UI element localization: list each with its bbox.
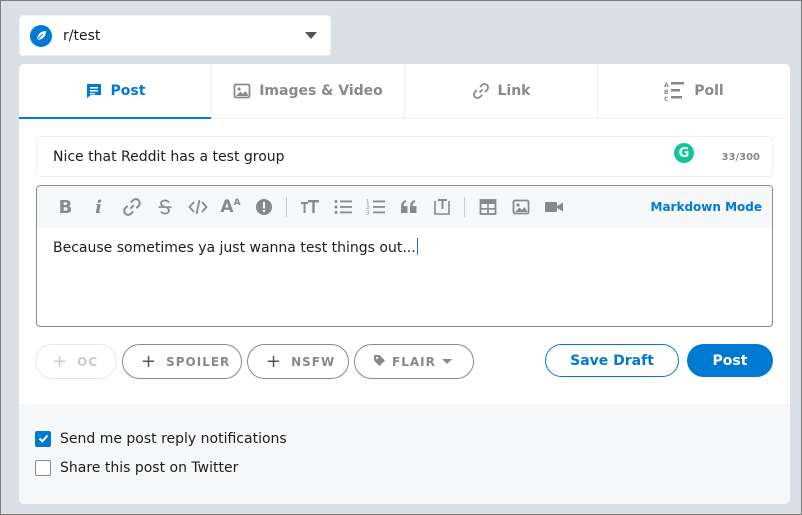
post-button[interactable]: Post bbox=[687, 344, 773, 377]
post-title-value: Nice that Reddit has a test group bbox=[53, 148, 285, 165]
svg-text:C: C bbox=[664, 96, 669, 101]
markdown-mode-toggle[interactable]: Markdown Mode bbox=[651, 200, 763, 214]
spoiler-tag-label: SPOILER bbox=[166, 354, 231, 369]
heading-icon[interactable] bbox=[293, 192, 326, 222]
code-icon[interactable] bbox=[181, 192, 214, 222]
flair-button[interactable]: FLAIR bbox=[354, 344, 474, 379]
tab-poll[interactable]: ABC Poll bbox=[598, 64, 790, 118]
post-icon bbox=[85, 82, 103, 100]
plus-icon: + bbox=[266, 351, 282, 372]
post-body-value: Because sometimes ya just wanna test thi… bbox=[53, 240, 416, 256]
bold-icon[interactable]: B bbox=[49, 192, 82, 222]
twitter-checkbox[interactable] bbox=[35, 459, 51, 476]
post-options: Send me post reply notifications Share t… bbox=[19, 404, 790, 504]
plus-icon: + bbox=[52, 351, 68, 372]
notifications-checkbox[interactable] bbox=[35, 430, 51, 447]
twitter-option[interactable]: Share this post on Twitter bbox=[35, 453, 774, 482]
title-character-count: 33/300 bbox=[721, 152, 760, 163]
code-block-icon[interactable] bbox=[425, 192, 458, 222]
tag-icon bbox=[373, 354, 386, 370]
post-body-editor: B i AA 123 Markdown Mode Because sometim… bbox=[36, 185, 773, 327]
italic-icon[interactable]: i bbox=[82, 192, 115, 222]
link-icon bbox=[472, 82, 490, 100]
toolbar-divider bbox=[464, 197, 465, 217]
svg-text:A: A bbox=[664, 82, 669, 89]
notifications-option[interactable]: Send me post reply notifications bbox=[35, 424, 774, 453]
image-icon[interactable] bbox=[504, 192, 537, 222]
spoiler-icon[interactable] bbox=[247, 192, 280, 222]
tab-post[interactable]: Post bbox=[19, 64, 212, 119]
post-body-textarea[interactable]: Because sometimes ya just wanna test thi… bbox=[37, 228, 772, 266]
svg-text:3: 3 bbox=[366, 211, 370, 217]
poll-icon: ABC bbox=[664, 81, 686, 101]
create-post-card: Post Images & Video Link ABC Poll Nice t… bbox=[19, 64, 790, 504]
tab-images-video[interactable]: Images & Video bbox=[212, 64, 405, 118]
strikethrough-icon[interactable] bbox=[148, 192, 181, 222]
community-name: r/test bbox=[63, 27, 101, 44]
tab-images-label: Images & Video bbox=[259, 83, 383, 99]
svg-text:B: B bbox=[664, 89, 669, 96]
spoiler-tag-button[interactable]: + SPOILER bbox=[122, 344, 242, 379]
table-icon[interactable] bbox=[471, 192, 504, 222]
twitter-label: Share this post on Twitter bbox=[60, 459, 239, 476]
text-cursor bbox=[416, 238, 418, 255]
bulleted-list-icon[interactable] bbox=[326, 192, 359, 222]
toolbar-divider bbox=[286, 197, 287, 217]
save-draft-button[interactable]: Save Draft bbox=[545, 344, 679, 377]
image-icon bbox=[233, 82, 251, 100]
oc-tag-label: OC bbox=[77, 354, 99, 369]
nsfw-tag-label: NSFW bbox=[291, 354, 336, 369]
tab-link-label: Link bbox=[497, 83, 531, 99]
notifications-label: Send me post reply notifications bbox=[60, 430, 287, 447]
link-icon[interactable] bbox=[115, 192, 148, 222]
checkmark-icon bbox=[38, 434, 48, 443]
grammarly-icon[interactable]: G bbox=[674, 143, 694, 163]
post-tags: + OC + SPOILER + NSFW FLAIR bbox=[35, 344, 474, 379]
oc-tag-button[interactable]: + OC bbox=[35, 344, 117, 379]
community-avatar-icon bbox=[30, 24, 52, 47]
nsfw-tag-button[interactable]: + NSFW bbox=[247, 344, 349, 379]
tab-poll-label: Poll bbox=[694, 83, 724, 99]
tab-post-label: Post bbox=[110, 83, 146, 99]
video-icon[interactable] bbox=[537, 192, 570, 222]
chevron-down-icon bbox=[305, 32, 317, 39]
plus-icon: + bbox=[141, 351, 157, 372]
editor-toolbar: B i AA 123 Markdown Mode bbox=[37, 186, 772, 228]
chevron-down-icon bbox=[441, 359, 452, 364]
community-selector[interactable]: r/test bbox=[19, 15, 331, 56]
post-type-tabs: Post Images & Video Link ABC Poll bbox=[19, 64, 790, 119]
quote-icon[interactable] bbox=[392, 192, 425, 222]
flair-label: FLAIR bbox=[392, 354, 436, 369]
numbered-list-icon[interactable]: 123 bbox=[359, 192, 392, 222]
tab-link[interactable]: Link bbox=[405, 64, 598, 118]
post-title-input[interactable]: Nice that Reddit has a test group G 33/3… bbox=[36, 136, 773, 177]
superscript-icon[interactable]: AA bbox=[214, 192, 247, 222]
